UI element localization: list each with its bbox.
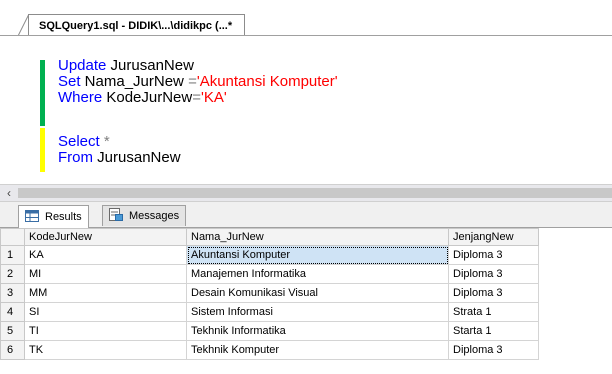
- table-cell[interactable]: MI: [24, 264, 187, 284]
- sql-keyword: From: [58, 149, 93, 166]
- editor-horizontal-scrollbar[interactable]: ‹: [0, 184, 612, 202]
- scrollbar-thumb[interactable]: [18, 188, 612, 198]
- table-row[interactable]: 1 KA Akuntansi Komputer Diploma 3: [0, 245, 539, 265]
- results-table: KodeJurNew Nama_JurNew JenjangNew 1 KA A…: [0, 228, 539, 360]
- column-header[interactable]: Nama_JurNew: [186, 228, 449, 246]
- table-cell[interactable]: MM: [24, 283, 187, 303]
- sql-keyword: Select: [58, 133, 100, 150]
- table-header-row: KodeJurNew Nama_JurNew JenjangNew: [0, 228, 539, 246]
- sql-operator: =: [188, 73, 197, 90]
- table-cell[interactable]: Manajemen Informatika: [186, 264, 449, 284]
- column-header[interactable]: JenjangNew: [448, 228, 539, 246]
- table-cell[interactable]: Tekhnik Komputer: [186, 340, 449, 360]
- tab-results-label: Results: [45, 211, 82, 223]
- table-cell[interactable]: Diploma 3: [448, 264, 539, 284]
- tab-messages-label: Messages: [129, 210, 180, 222]
- sql-keyword: Set: [58, 73, 81, 90]
- row-number[interactable]: 5: [0, 321, 25, 341]
- query-document-tab-title: SQLQuery1.sql - DIDIK\...\didikpc (...*: [39, 20, 233, 32]
- table-cell[interactable]: Diploma 3: [448, 245, 539, 265]
- sql-identifier: KodeJurNew: [102, 89, 193, 106]
- row-number[interactable]: 3: [0, 283, 25, 303]
- code-line-2: Set Nama_JurNew ='Akuntansi Komputer': [58, 74, 338, 90]
- change-bar-saved: [40, 60, 45, 126]
- table-cell[interactable]: TI: [24, 321, 187, 341]
- table-cell[interactable]: KA: [24, 245, 187, 265]
- table-row[interactable]: 4 SI Sistem Informasi Strata 1: [0, 302, 539, 322]
- results-grid[interactable]: KodeJurNew Nama_JurNew JenjangNew 1 KA A…: [0, 228, 612, 374]
- sql-string: 'KA': [201, 89, 227, 106]
- query-document-tab[interactable]: SQLQuery1.sql - DIDIK\...\didikpc (...*: [28, 14, 246, 37]
- table-cell-selected[interactable]: Akuntansi Komputer: [186, 245, 449, 265]
- sql-identifier: JurusanNew: [106, 57, 194, 74]
- sql-operator: *: [99, 133, 110, 150]
- scroll-left-icon[interactable]: ‹: [2, 185, 16, 201]
- sql-editor[interactable]: Update JurusanNew Set Nama_JurNew ='Akun…: [0, 36, 612, 184]
- sql-identifier: Nama_JurNew: [80, 73, 189, 90]
- result-tabs-bar: Results Messages: [0, 202, 612, 228]
- table-cell[interactable]: Diploma 3: [448, 340, 539, 360]
- sql-identifier: JurusanNew: [93, 149, 181, 166]
- grid-icon: [25, 209, 39, 225]
- change-bar-unsaved: [40, 128, 45, 172]
- row-number[interactable]: 2: [0, 264, 25, 284]
- messages-icon: [109, 208, 123, 224]
- table-row[interactable]: 2 MI Manajemen Informatika Diploma 3: [0, 264, 539, 284]
- table-cell[interactable]: TK: [24, 340, 187, 360]
- row-number[interactable]: 1: [0, 245, 25, 265]
- table-cell[interactable]: Sistem Informasi: [186, 302, 449, 322]
- code-line-6: From JurusanNew: [58, 150, 181, 166]
- table-cell[interactable]: SI: [24, 302, 187, 322]
- row-number-header: [0, 228, 25, 246]
- document-tab-strip: SQLQuery1.sql - DIDIK\...\didikpc (...*: [0, 0, 612, 37]
- sql-string: 'Akuntansi Komputer': [196, 73, 338, 90]
- sql-keyword: Update: [58, 57, 107, 74]
- table-cell[interactable]: Diploma 3: [448, 283, 539, 303]
- code-line-5: Select *: [58, 134, 110, 150]
- tab-messages[interactable]: Messages: [102, 205, 187, 226]
- table-row[interactable]: 5 TI Tekhnik Informatika Starta 1: [0, 321, 539, 341]
- table-cell[interactable]: Starta 1: [448, 321, 539, 341]
- row-number[interactable]: 6: [0, 340, 25, 360]
- code-line-1: Update JurusanNew: [58, 58, 194, 74]
- table-row[interactable]: 3 MM Desain Komunikasi Visual Diploma 3: [0, 283, 539, 303]
- table-cell[interactable]: Strata 1: [448, 302, 539, 322]
- code-line-3: Where KodeJurNew='KA': [58, 90, 227, 106]
- column-header[interactable]: KodeJurNew: [24, 228, 187, 246]
- sql-operator: =: [192, 89, 201, 106]
- table-row[interactable]: 6 TK Tekhnik Komputer Diploma 3: [0, 340, 539, 360]
- table-cell[interactable]: Tekhnik Informatika: [186, 321, 449, 341]
- table-cell[interactable]: Desain Komunikasi Visual: [186, 283, 449, 303]
- tab-results[interactable]: Results: [18, 205, 89, 228]
- row-number[interactable]: 4: [0, 302, 25, 322]
- sql-keyword: Where: [58, 89, 103, 106]
